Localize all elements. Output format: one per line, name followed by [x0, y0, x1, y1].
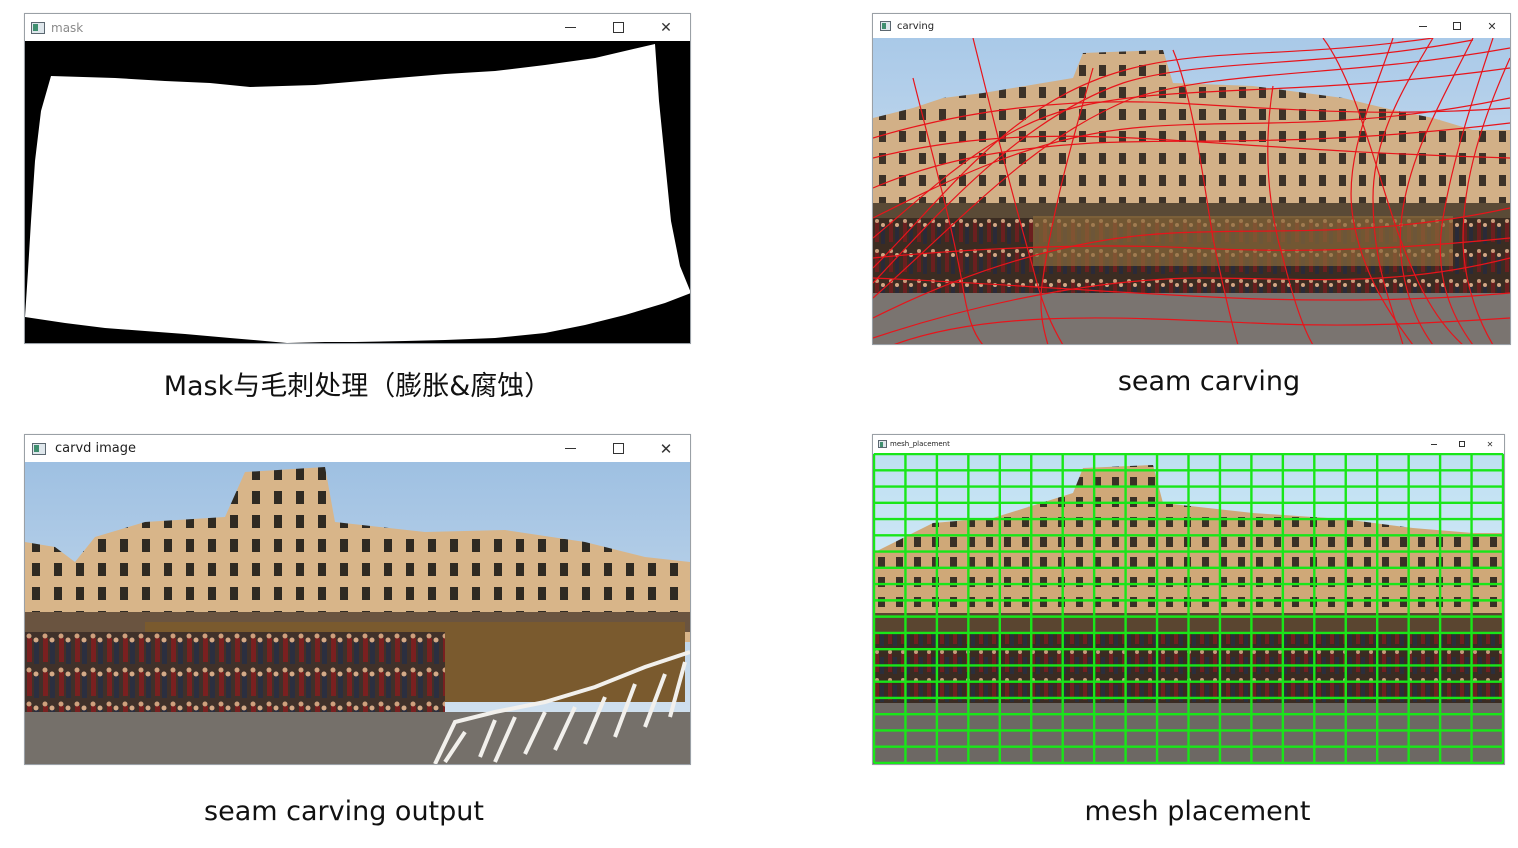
maximize-icon[interactable]	[594, 435, 642, 462]
carving-titlebar[interactable]: carving ✕	[873, 14, 1510, 38]
app-window-icon	[880, 21, 891, 31]
mask-window: mask ✕	[24, 13, 691, 344]
maximize-icon[interactable]	[1440, 14, 1474, 38]
mask-image	[25, 41, 690, 343]
carved-image	[25, 462, 690, 764]
caption-mask: Mask与毛刺处理（膨胀&腐蚀）	[163, 371, 552, 402]
app-window-icon	[31, 21, 45, 34]
caption-mesh: mesh placement	[1084, 796, 1311, 827]
mesh-grid	[873, 453, 1504, 764]
maximize-icon[interactable]	[594, 14, 642, 41]
window-title: carvd image	[55, 441, 137, 456]
minimize-icon[interactable]	[1406, 14, 1440, 38]
app-window-icon	[878, 440, 887, 448]
mesh-window: mesh_placement ✕	[872, 434, 1505, 765]
caption-carved: seam carving output	[204, 796, 484, 827]
carving-image	[873, 38, 1510, 344]
mesh-image	[873, 453, 1504, 764]
window-title: mesh_placement	[890, 440, 950, 448]
close-icon[interactable]: ✕	[642, 435, 690, 462]
mesh-titlebar[interactable]: mesh_placement ✕	[873, 435, 1504, 453]
close-icon[interactable]: ✕	[642, 14, 690, 41]
window-title: carving	[897, 20, 935, 32]
caption-carving: seam carving	[1117, 366, 1301, 397]
window-title: mask	[51, 20, 84, 35]
minimize-icon[interactable]	[546, 14, 594, 41]
minimize-icon[interactable]	[1420, 435, 1448, 453]
close-icon[interactable]: ✕	[1476, 435, 1504, 453]
carving-window: carving ✕	[872, 13, 1511, 345]
mask-titlebar[interactable]: mask ✕	[25, 14, 690, 41]
maximize-icon[interactable]	[1448, 435, 1476, 453]
app-window-icon	[32, 442, 46, 455]
minimize-icon[interactable]	[546, 435, 594, 462]
close-icon[interactable]: ✕	[1474, 14, 1510, 38]
carved-window: carvd image ✕	[24, 434, 691, 765]
carved-titlebar[interactable]: carvd image ✕	[25, 435, 690, 462]
